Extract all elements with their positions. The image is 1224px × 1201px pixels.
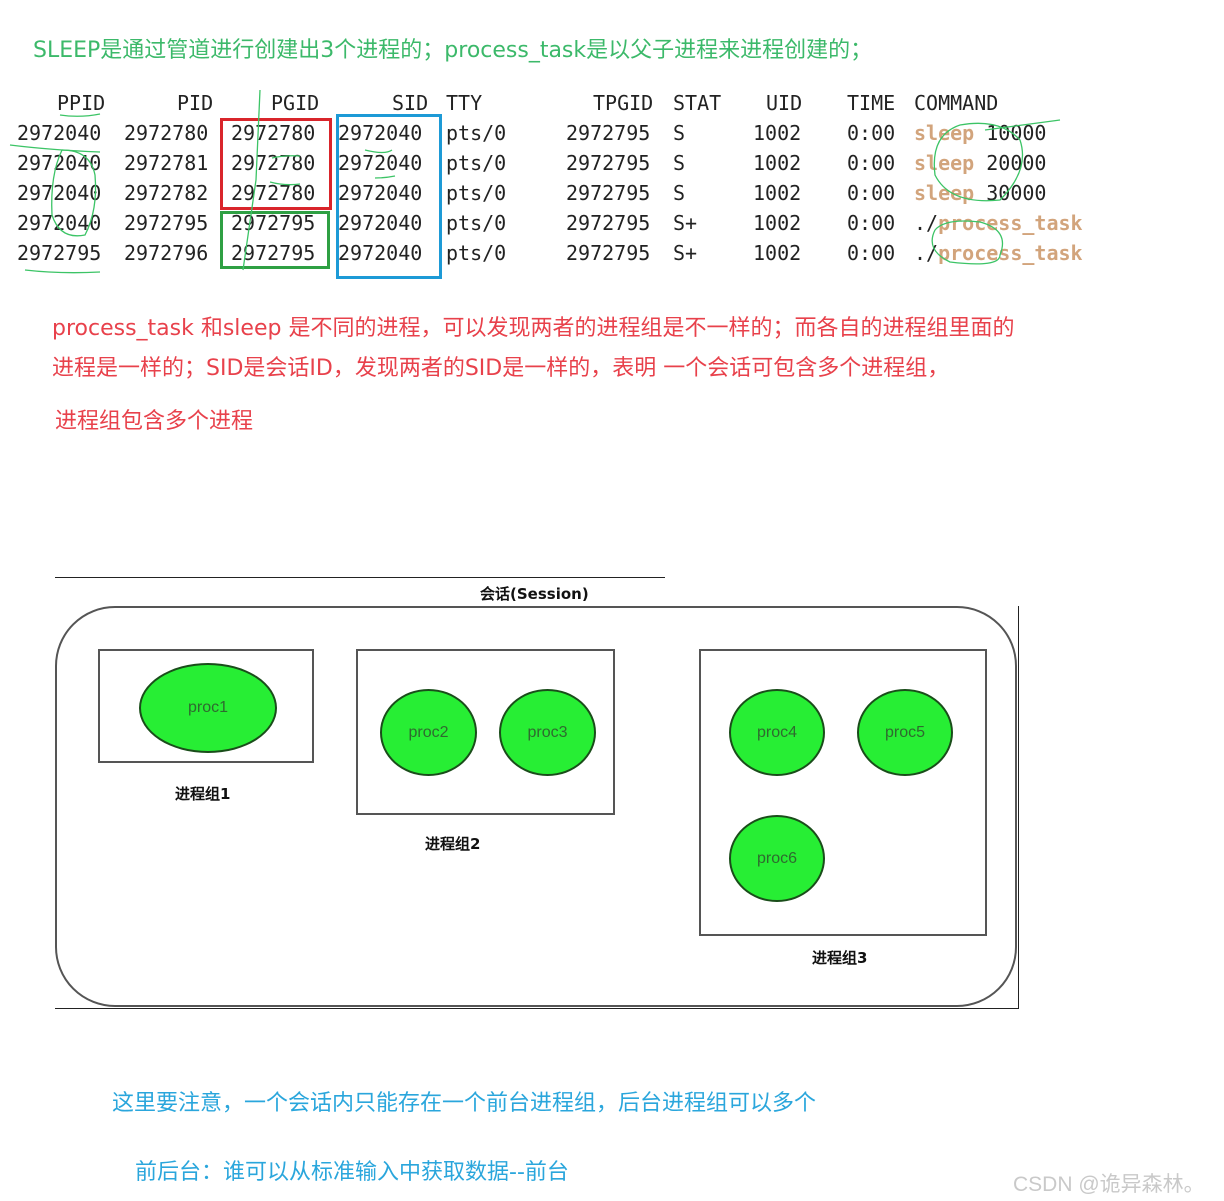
command-name: process_task [938,241,1083,265]
cell-stat: S+ [673,211,698,235]
pgid-sleep-highlight-box [220,118,332,210]
header-command: COMMAND [914,91,999,115]
ps-output: PPID PID PGID SID TTY TPGID STAT UID TIM… [0,88,1130,278]
sid-highlight-box [336,114,442,279]
cell-command: ./process_task [914,241,1083,265]
cell-time: 0:00 [847,241,896,265]
cell-time: 0:00 [847,151,896,175]
header-time: TIME [847,91,896,115]
cell-time: 0:00 [847,181,896,205]
cell-stat: S [673,151,686,175]
red-note-line2: 进程是一样的；SID是会话ID，发现两者的SID是一样的，表明 一个会话可包含多… [52,356,950,381]
cell-uid: 1002 [753,181,802,205]
cell-stat: S [673,181,686,205]
header-pgid: PGID [271,91,320,115]
diagram-top-border [55,577,665,578]
cell-pid: 2972795 [124,211,209,235]
cell-command: sleep 20000 [914,151,1046,175]
cell-tty: pts/0 [446,151,507,175]
process-group-3: proc4 proc5 proc6 [699,649,987,936]
process-group-1: proc1 [98,649,314,763]
process-group-3-label: 进程组3 [812,949,868,967]
cell-tpgid: 2972795 [566,121,651,145]
cell-tty: pts/0 [446,121,507,145]
cell-tpgid: 2972795 [566,241,651,265]
cell-time: 0:00 [847,211,896,235]
header-pid: PID [177,91,214,115]
header-sid: SID [392,91,429,115]
cell-ppid: 2972040 [17,211,102,235]
command-name: sleep [914,121,975,145]
pgid-task-highlight-box [220,211,330,269]
command-prefix: ./ [914,241,939,265]
command-arg: 10000 [974,121,1047,145]
cell-ppid: 2972040 [17,121,102,145]
red-note-line1: process_task 和sleep 是不同的进程，可以发现两者的进程组是不一… [52,316,1015,341]
cell-stat: S [673,121,686,145]
process-group-2: proc2 proc3 [356,649,615,815]
process-node: proc2 [380,689,477,776]
diagram-bottom-border [55,1008,1018,1009]
command-name: process_task [938,211,1083,235]
cell-pid: 2972782 [124,181,209,205]
blue-note-line1: 这里要注意，一个会话内只能存在一个前台进程组，后台进程组可以多个 [112,1091,817,1116]
process-group-2-label: 进程组2 [425,835,481,853]
process-node: proc1 [139,663,277,753]
cell-stat: S+ [673,241,698,265]
csdn-watermark: CSDN @诡异森林。 [1013,1173,1205,1196]
header-ppid: PPID [57,91,106,115]
cell-command: sleep 10000 [914,121,1046,145]
header-uid: UID [766,91,803,115]
cell-time: 0:00 [847,121,896,145]
command-arg: 20000 [974,151,1047,175]
cell-command: ./process_task [914,211,1083,235]
cell-tty: pts/0 [446,241,507,265]
cell-uid: 1002 [753,151,802,175]
command-name: sleep [914,181,975,205]
process-node: proc4 [729,689,825,776]
cell-tty: pts/0 [446,211,507,235]
command-arg: 30000 [974,181,1047,205]
header-stat: STAT [673,91,722,115]
process-node: proc6 [729,815,825,902]
cell-ppid: 2972040 [17,181,102,205]
cell-uid: 1002 [753,241,802,265]
cell-ppid: 2972040 [17,151,102,175]
red-note-line3: 进程组包含多个进程 [55,409,254,434]
process-group-1-label: 进程组1 [175,785,231,803]
session-title: 会话(Session) [480,585,589,603]
cell-tpgid: 2972795 [566,181,651,205]
command-name: sleep [914,151,975,175]
cell-uid: 1002 [753,121,802,145]
blue-note-line2: 前后台：谁可以从标准输入中获取数据--前台 [135,1160,569,1185]
cell-uid: 1002 [753,211,802,235]
cell-pid: 2972780 [124,121,209,145]
cell-tpgid: 2972795 [566,211,651,235]
cell-tty: pts/0 [446,181,507,205]
command-prefix: ./ [914,211,939,235]
cell-command: sleep 30000 [914,181,1046,205]
cell-ppid: 2972795 [17,241,102,265]
diagram-right-border [1018,606,1019,1009]
top-note: SLEEP是通过管道进行创建出3个进程的；process_task是以父子进程来… [33,38,873,63]
header-tpgid: TPGID [593,91,654,115]
cell-tpgid: 2972795 [566,151,651,175]
cell-pid: 2972796 [124,241,209,265]
process-node: proc5 [857,689,953,776]
cell-pid: 2972781 [124,151,209,175]
header-tty: TTY [446,91,483,115]
process-node: proc3 [499,689,596,776]
